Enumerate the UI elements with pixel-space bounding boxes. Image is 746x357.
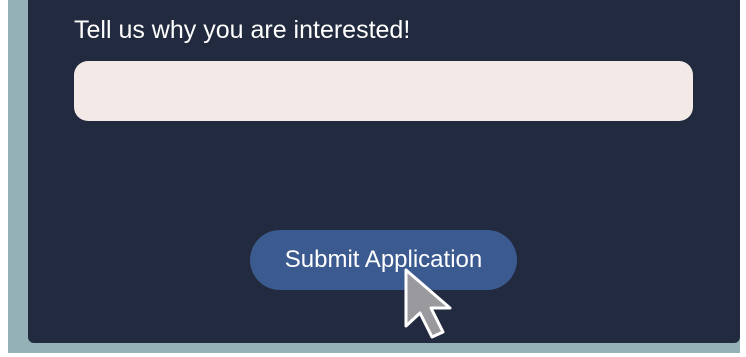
application-form-card: Tell us why you are interested! Submit A…	[28, 0, 740, 343]
submit-application-button[interactable]: Submit Application	[250, 230, 517, 290]
interest-question-label: Tell us why you are interested!	[74, 16, 411, 44]
interest-answer-field[interactable]	[74, 61, 693, 121]
